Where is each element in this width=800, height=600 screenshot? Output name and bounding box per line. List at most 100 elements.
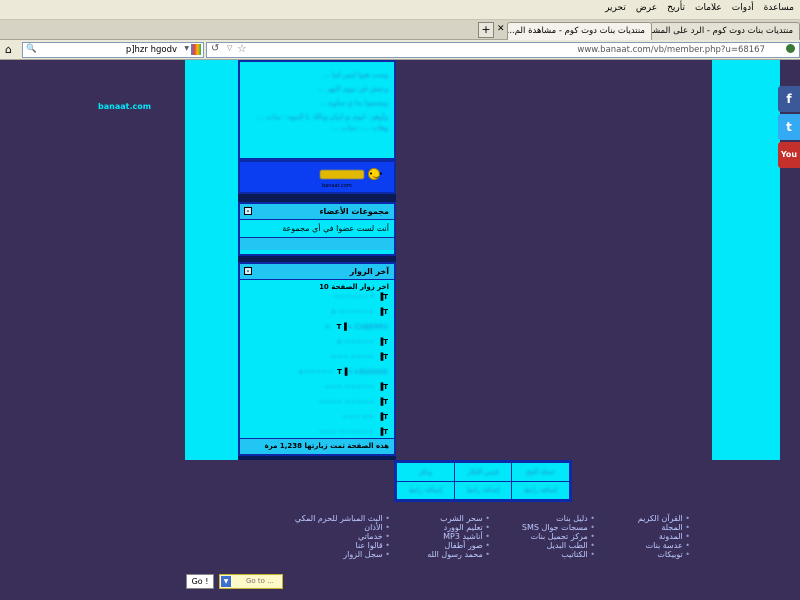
- signal-icon: T▐: [377, 308, 388, 316]
- signal-icon: T▐: [377, 398, 388, 406]
- nav-link[interactable]: إضافة رابط: [511, 480, 570, 500]
- tab-reply-label: منتديات بنات دوت كوم - الرد على المشاركة: [650, 26, 793, 36]
- go-to-select[interactable]: ▼ Go to ...: [219, 574, 283, 589]
- visitor-row[interactable]: T▐+ CABERRS +: [240, 323, 394, 338]
- visitor-name: ~~~~~~ +: [330, 308, 374, 316]
- profile-text-line: وهاب ....: ساب ....: [330, 124, 388, 132]
- footer-link[interactable]: سحر الشرب: [415, 514, 490, 523]
- tab-bar: منتديات بنات دوت كوم - الرد على المشاركة…: [0, 20, 800, 40]
- footer-link[interactable]: مسجات جوال SMS: [505, 523, 595, 532]
- footer-link[interactable]: الطب البديل: [505, 541, 595, 550]
- visitor-name: * ~~~~~~: [332, 293, 374, 301]
- right-cyan-column: [712, 60, 780, 460]
- tab-reply[interactable]: منتديات بنات دوت كوم - الرد على المشاركة: [650, 22, 800, 40]
- youtube-icon[interactable]: You: [778, 142, 800, 168]
- banner-graphic: [320, 170, 364, 179]
- footer-links-col-1: القرآن الكريم المجلة المدونة عدسة بنات ت…: [620, 514, 690, 559]
- new-tab-button[interactable]: +: [478, 22, 494, 38]
- visitors-panel-title: آخر الزوار: [349, 267, 389, 276]
- visitor-row[interactable]: T▐~~~~~~ +: [240, 308, 394, 323]
- footer-link[interactable]: خدماتي: [285, 532, 390, 541]
- visitor-row[interactable]: T▐* ~~~~~~: [240, 293, 394, 308]
- twitter-icon[interactable]: t: [778, 114, 800, 140]
- footer-links-col-2: دليل بنات مسجات جوال SMS مركز تجميل بنات…: [505, 514, 595, 559]
- visit-count: هذه الصفحة تمت زيارتها 1,238 مرة: [240, 438, 394, 454]
- footer-link[interactable]: أناشيد MP3: [415, 532, 490, 541]
- footer-links-col-3: سحر الشرب تعليم الوورد أناشيد MP3 صور أط…: [415, 514, 490, 559]
- footer-link[interactable]: سجل الزوار: [285, 550, 390, 559]
- bookmark-star-icon[interactable]: ☆: [237, 42, 247, 55]
- profile-text-line: وصب هيوا ليس لنيا ...: [323, 71, 388, 79]
- visitor-name: ~~~~~~ ~~~: [318, 428, 374, 436]
- visitor-row[interactable]: T▐++Kkkkkkk~~~~~+: [240, 368, 394, 383]
- nav-link[interactable]: حملة الفخ: [511, 462, 570, 482]
- chevron-down-icon[interactable]: ▼: [184, 45, 189, 52]
- footer-link[interactable]: البث المباشر للحرم المكي: [285, 514, 390, 523]
- visitor-row[interactable]: T▐~~~~~ ~~~: [240, 383, 394, 398]
- chevron-down-icon-2[interactable]: ▽: [227, 44, 232, 52]
- groups-panel-title: مجموعات الأعضاء: [319, 207, 389, 216]
- footer-link[interactable]: مركز تجميل بنات: [505, 532, 595, 541]
- visitor-name: + CABERRS +: [324, 323, 388, 331]
- signal-icon: T▐: [377, 428, 388, 436]
- collapse-icon[interactable]: -: [244, 267, 252, 275]
- signal-icon: T▐: [377, 353, 388, 361]
- nav-link[interactable]: ونكر: [396, 462, 455, 482]
- site-logo-text[interactable]: banaat.com: [98, 102, 151, 111]
- footer-link[interactable]: توبيكات: [620, 550, 690, 559]
- signal-icon: T▐: [336, 323, 347, 331]
- go-button[interactable]: Go !: [186, 574, 214, 589]
- footer-link[interactable]: الكتاتيب: [505, 550, 595, 559]
- visitor-row[interactable]: T▐~~ ~~~: [240, 413, 394, 428]
- url-field[interactable]: ↺ ▽ ☆ www.banaat.com/vb/member.php?u=681…: [206, 42, 800, 58]
- visitors-subtitle: اخر زوار الصفحة 10: [319, 283, 389, 291]
- groups-panel-header: مجموعات الأعضاء -: [240, 204, 394, 220]
- footer-link[interactable]: القرآن الكريم: [620, 514, 690, 523]
- signal-icon: T▐: [377, 338, 388, 346]
- groups-panel-footer: [240, 238, 394, 250]
- signal-icon: T▐: [377, 293, 388, 301]
- footer-link[interactable]: محمد رسول الله: [415, 550, 490, 559]
- visitors-panel-header: آخر الزوار -: [240, 264, 394, 280]
- footer-link[interactable]: قالوا عنا: [285, 541, 390, 550]
- nav-link[interactable]: فيس أفكار: [453, 462, 513, 482]
- home-icon[interactable]: ⌂: [5, 43, 12, 56]
- footer-link[interactable]: المجلة: [620, 523, 690, 532]
- footer-link[interactable]: الأذان: [285, 523, 390, 532]
- url-text: www.banaat.com/vb/member.php?u=68167: [577, 45, 765, 55]
- menu-history[interactable]: تأريخ: [667, 3, 685, 13]
- footer-link[interactable]: صور أطفال: [415, 541, 490, 550]
- nav-link[interactable]: إضافة رابط: [396, 480, 455, 500]
- footer-link[interactable]: تعليم الوورد: [415, 523, 490, 532]
- search-icon: 🔍: [26, 44, 37, 54]
- signal-icon: T▐: [337, 368, 348, 376]
- footer-link[interactable]: دليل بنات: [505, 514, 595, 523]
- menu-edit[interactable]: تحرير: [605, 3, 626, 13]
- menu-bookmarks[interactable]: علامات: [695, 3, 722, 13]
- smiley-icon: •‿•: [368, 168, 383, 180]
- visitor-row[interactable]: T▐~~~~ ~~~: [240, 353, 394, 368]
- footer-link[interactable]: المدونة: [620, 532, 690, 541]
- facebook-icon[interactable]: f: [778, 86, 800, 112]
- collapse-icon[interactable]: -: [244, 207, 252, 215]
- nav-link[interactable]: إضافة رابط: [453, 480, 513, 500]
- banner-caption: banaat.com: [322, 183, 352, 189]
- profile-text-panel: وصب هيوا ليس لنيا ... وعيش في نيوى البهر…: [238, 60, 396, 160]
- close-tab-icon[interactable]: ✕: [497, 24, 505, 34]
- visitor-name: ~~~~~ ~~~: [324, 383, 374, 391]
- left-cyan-column: [185, 60, 239, 460]
- tab-member[interactable]: منتديات بنات دوت كوم - مشاهدة الم...: [507, 22, 652, 40]
- search-input[interactable]: 🔍 p]hzr hgodv ▼: [22, 42, 204, 58]
- visitor-row[interactable]: T▐~~~~~ +: [240, 338, 394, 353]
- visitor-row[interactable]: T▐~~~~~ ~~~~: [240, 398, 394, 413]
- visitor-list: T▐* ~~~~~~ T▐~~~~~~ + T▐+ CABERRS + T▐~~~~~…: [240, 293, 394, 443]
- menu-view[interactable]: عرض: [636, 3, 657, 13]
- go-to-placeholder: Go to ...: [246, 577, 274, 585]
- menu-help[interactable]: مساعدة: [764, 3, 794, 13]
- reload-icon[interactable]: ↺: [211, 43, 219, 54]
- chevron-down-icon-3[interactable]: ▼: [221, 576, 231, 587]
- visitor-name: ~~~~~ ~~~~: [318, 398, 374, 406]
- footer-link[interactable]: عدسة بنات: [620, 541, 690, 550]
- menu-tools[interactable]: أدوات: [732, 3, 754, 13]
- menu-bar: مساعدة أدوات علامات تأريخ عرض تحرير: [0, 0, 800, 20]
